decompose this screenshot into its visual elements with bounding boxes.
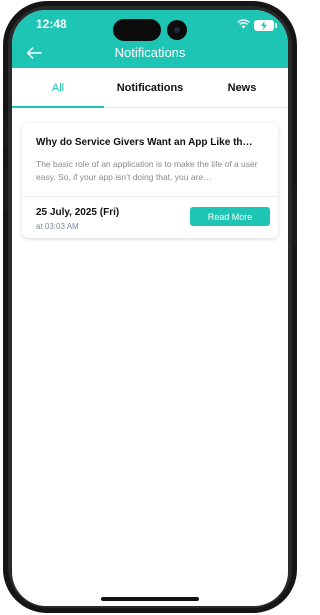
mute-switch <box>3 121 7 149</box>
read-more-button[interactable]: Read More <box>190 207 270 226</box>
app-header: 12:48 Notifications <box>12 10 288 68</box>
status-time: 12:48 <box>36 17 67 31</box>
home-indicator[interactable] <box>101 597 199 601</box>
page-title: Notifications <box>114 45 186 60</box>
tab-news[interactable]: News <box>196 68 288 107</box>
power-button <box>293 184 297 246</box>
divider <box>22 196 278 197</box>
notification-body: The basic role of an application is to m… <box>36 159 258 182</box>
tab-notifications[interactable]: Notifications <box>104 68 196 107</box>
notification-title: Why do Service Givers Want an App Like t… <box>36 137 253 148</box>
wifi-icon <box>237 16 250 34</box>
status-icons <box>237 16 277 34</box>
volume-button <box>3 166 7 212</box>
tab-bar: All Notifications News <box>12 68 288 108</box>
camera-icon <box>167 20 187 40</box>
battery-charging-icon <box>254 19 277 31</box>
notification-date: 25 July, 2025 (Fri) <box>36 207 120 218</box>
notification-time: at 03:03 AM <box>36 222 79 231</box>
app-screen: 12:48 Notifications All Notifications Ne… <box>12 10 288 606</box>
notification-card[interactable]: Why do Service Givers Want an App Like t… <box>22 123 278 238</box>
dynamic-island <box>113 19 161 41</box>
tab-all[interactable]: All <box>12 68 104 108</box>
